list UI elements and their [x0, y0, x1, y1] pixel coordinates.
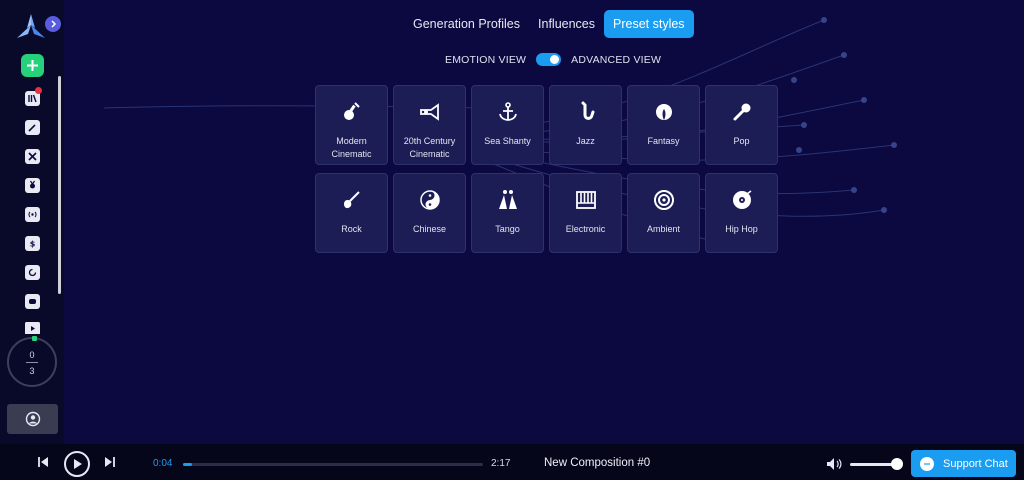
style-label: Rock [341, 224, 362, 234]
counter-total: 3 [29, 366, 35, 376]
style-card-20th-century-cinematic[interactable]: 20th Century Cinematic [393, 85, 466, 165]
saxophone-icon [581, 101, 594, 120]
style-label: Electronic [565, 224, 606, 234]
violin-icon [343, 102, 360, 120]
discord-icon [28, 298, 36, 304]
style-label: 20th Century Cinematic [403, 136, 456, 159]
tab-preset-styles[interactable]: Preset styles [604, 10, 694, 38]
chat-bubble-icon [920, 456, 934, 471]
playback-progress-bar[interactable] [183, 463, 483, 466]
view-toggle: EMOTION VIEW ADVANCED VIEW [445, 53, 661, 66]
pencil-icon [27, 123, 36, 132]
tools-icon [27, 151, 37, 161]
style-card-pop[interactable]: Pop [705, 85, 778, 165]
counter-divider [26, 362, 38, 363]
volume-icon[interactable] [826, 457, 842, 471]
play-icon [74, 459, 82, 469]
style-card-fantasy[interactable]: Fantasy [627, 85, 700, 165]
style-card-electronic[interactable]: Electronic [549, 173, 622, 253]
style-card-ambient[interactable]: Ambient [627, 173, 700, 253]
notification-dot [35, 87, 42, 94]
style-card-chinese[interactable]: Chinese [393, 173, 466, 253]
microphone-icon [733, 103, 750, 121]
speaker-icon [653, 190, 674, 210]
yin-yang-icon [419, 190, 440, 210]
advanced-view-label: ADVANCED VIEW [571, 53, 662, 66]
profile-button[interactable] [7, 404, 58, 434]
svg-text:$: $ [29, 239, 35, 248]
keyboard-icon [575, 191, 596, 209]
volume-slider-handle[interactable] [891, 458, 903, 470]
sidebar: $ 0 3 [0, 0, 64, 444]
app-logo-icon[interactable] [14, 12, 48, 42]
style-card-rock[interactable]: Rock [315, 173, 388, 253]
style-card-jazz[interactable]: Jazz [549, 85, 622, 165]
composition-title: New Composition #0 [544, 457, 651, 469]
guitar-icon [343, 191, 360, 209]
support-chat-label: Support Chat [943, 457, 1008, 470]
previous-track-button[interactable] [34, 453, 52, 471]
dancers-icon [498, 190, 517, 209]
sidebar-scrollbar[interactable] [58, 76, 61, 294]
view-tabs: Generation Profiles Influences Preset st… [404, 10, 694, 38]
style-label: Hip Hop [725, 224, 758, 234]
duration: 2:17 [491, 458, 511, 469]
plus-icon [27, 60, 38, 71]
view-switch[interactable] [536, 53, 562, 66]
tab-influences[interactable]: Influences [529, 10, 604, 38]
sidebar-item-broadcast[interactable] [24, 206, 40, 222]
medal-icon [29, 180, 35, 188]
style-label: Chinese [412, 224, 447, 234]
preset-styles-grid: Modern Cinematic 20th Century Cinematic … [315, 85, 778, 253]
style-card-hip-hop[interactable]: Hip Hop [705, 173, 778, 253]
counter-indicator [32, 336, 37, 341]
volume-slider[interactable] [850, 463, 896, 466]
style-label: Ambient [646, 224, 681, 234]
style-label: Jazz [576, 136, 595, 146]
switch-knob [550, 55, 560, 64]
new-composition-button[interactable] [21, 54, 44, 77]
sidebar-item-tools[interactable] [24, 148, 40, 164]
library-icon [27, 94, 37, 102]
counter-used: 0 [29, 350, 35, 360]
style-label: Modern Cinematic [331, 136, 372, 159]
skip-forward-icon [105, 457, 115, 467]
record-icon [732, 190, 751, 209]
anchor-icon [498, 102, 517, 121]
composition-counter: 0 3 [7, 336, 57, 387]
emotion-view-label: EMOTION VIEW [445, 53, 527, 66]
refresh-icon [28, 268, 36, 276]
current-time: 0:04 [153, 458, 173, 469]
sidebar-item-history[interactable] [24, 264, 40, 280]
play-button[interactable] [64, 451, 90, 477]
style-card-modern-cinematic[interactable]: Modern Cinematic [315, 85, 388, 165]
progress-fill [183, 463, 192, 466]
chevron-right-icon [51, 20, 57, 28]
style-label: Pop [733, 136, 750, 146]
sidebar-item-awards[interactable] [24, 177, 40, 193]
tab-generation-profiles[interactable]: Generation Profiles [404, 10, 529, 38]
user-icon [25, 411, 40, 427]
dragon-icon [655, 104, 672, 120]
style-label: Tango [495, 224, 520, 234]
horn-icon [419, 103, 439, 121]
support-chat-button[interactable]: Support Chat [911, 450, 1016, 477]
dollar-icon: $ [29, 239, 35, 248]
broadcast-icon [27, 211, 37, 217]
skip-back-icon [38, 457, 48, 467]
style-card-tango[interactable]: Tango [471, 173, 544, 253]
style-label: Sea Shanty [484, 136, 531, 146]
next-track-button[interactable] [101, 453, 119, 471]
style-card-sea-shanty[interactable]: Sea Shanty [471, 85, 544, 165]
sidebar-item-discord[interactable] [24, 293, 40, 309]
sidebar-item-youtube[interactable] [24, 322, 40, 334]
expand-sidebar-button[interactable] [45, 16, 61, 32]
style-label: Fantasy [647, 136, 680, 146]
sidebar-item-pricing[interactable]: $ [24, 235, 40, 251]
sidebar-item-edit[interactable] [24, 119, 40, 135]
sidebar-item-library[interactable] [24, 87, 42, 106]
youtube-icon [30, 325, 35, 331]
